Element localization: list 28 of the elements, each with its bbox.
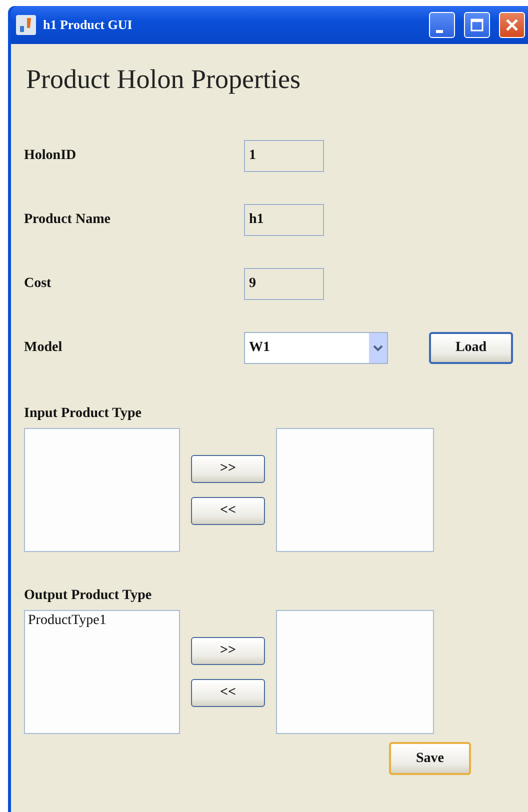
dropdown-icon [369, 333, 387, 363]
field-label: Cost [24, 276, 52, 292]
field-label: HolonID [24, 148, 76, 164]
move-left-button[interactable]: << [191, 497, 265, 525]
form-heading: Product Holon Properties [26, 64, 300, 94]
section-label: Output Product Type [24, 588, 152, 604]
field-label: Model [24, 340, 62, 356]
list-item[interactable]: ProductType1 [28, 613, 106, 629]
minimize-icon [436, 30, 442, 32]
section-label: Input Product Type [24, 406, 142, 422]
close-button[interactable] [499, 12, 525, 38]
minimize-button[interactable] [429, 12, 455, 38]
field-label: Product Name [24, 212, 110, 228]
load-button[interactable]: Load [429, 332, 513, 364]
text-field[interactable]: 9 [244, 268, 324, 300]
maximize-icon [470, 18, 484, 32]
model-dropdown[interactable]: W1 [244, 332, 388, 364]
close-icon [505, 18, 519, 32]
maximize-button[interactable] [464, 12, 490, 38]
save-button[interactable]: Save [389, 742, 471, 775]
list-box[interactable]: ProductType1 [24, 610, 180, 734]
move-right-button[interactable]: >> [191, 637, 265, 665]
move-left-button[interactable]: << [191, 679, 265, 707]
text-field[interactable]: 1 [244, 140, 324, 172]
app-icon [15, 14, 37, 36]
move-right-button[interactable]: >> [191, 455, 265, 483]
text-field[interactable]: h1 [244, 204, 324, 236]
window-title: h1 Product GUI [43, 17, 134, 33]
